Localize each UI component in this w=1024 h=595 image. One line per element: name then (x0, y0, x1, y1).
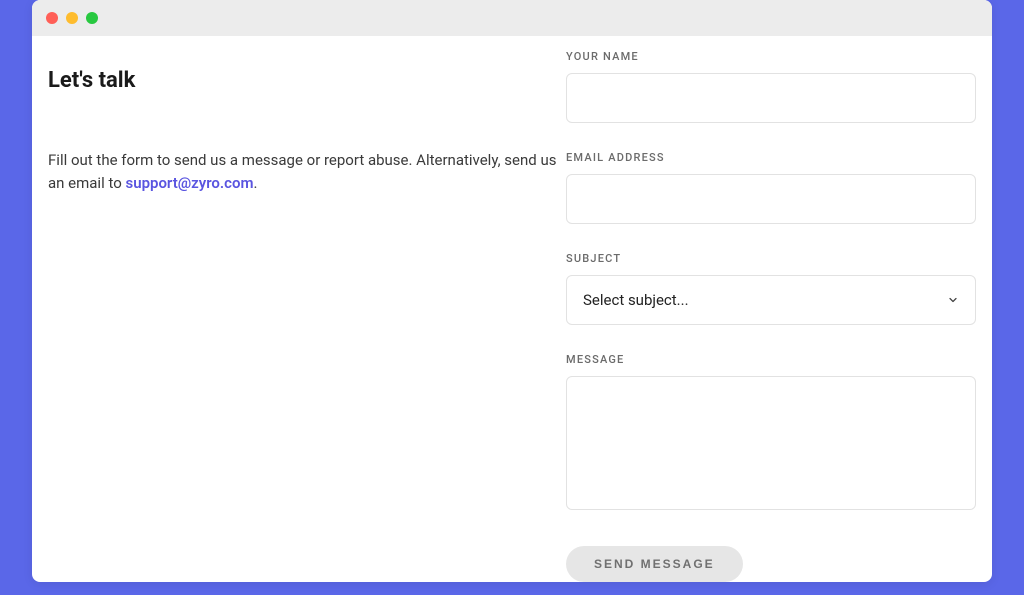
name-label: YOUR NAME (566, 50, 976, 63)
message-textarea[interactable] (566, 376, 976, 510)
page-title: Let's talk (48, 68, 566, 93)
intro-after: . (254, 174, 258, 192)
email-field-group: EMAIL ADDRESS (566, 151, 976, 224)
close-icon[interactable] (46, 12, 58, 24)
content-area: Let's talk Fill out the form to send us … (32, 36, 992, 582)
subject-select[interactable]: Select subject... (566, 275, 976, 325)
chevron-down-icon (947, 294, 959, 306)
email-label: EMAIL ADDRESS (566, 151, 976, 164)
support-email-link[interactable]: support@zyro.com (125, 174, 253, 192)
subject-label: SUBJECT (566, 252, 976, 265)
subject-selected-value: Select subject... (583, 291, 689, 309)
message-label: MESSAGE (566, 353, 976, 366)
left-panel: Let's talk Fill out the form to send us … (48, 50, 566, 582)
minimize-icon[interactable] (66, 12, 78, 24)
maximize-icon[interactable] (86, 12, 98, 24)
intro-text: Fill out the form to send us a message o… (48, 149, 566, 196)
send-message-button[interactable]: SEND MESSAGE (566, 546, 743, 582)
message-field-group: MESSAGE (566, 353, 976, 514)
subject-field-group: SUBJECT Select subject... (566, 252, 976, 325)
contact-form: YOUR NAME EMAIL ADDRESS SUBJECT Select s… (566, 50, 976, 582)
name-field-group: YOUR NAME (566, 50, 976, 123)
titlebar (32, 0, 992, 36)
email-input[interactable] (566, 174, 976, 224)
app-window: Let's talk Fill out the form to send us … (32, 0, 992, 582)
name-input[interactable] (566, 73, 976, 123)
